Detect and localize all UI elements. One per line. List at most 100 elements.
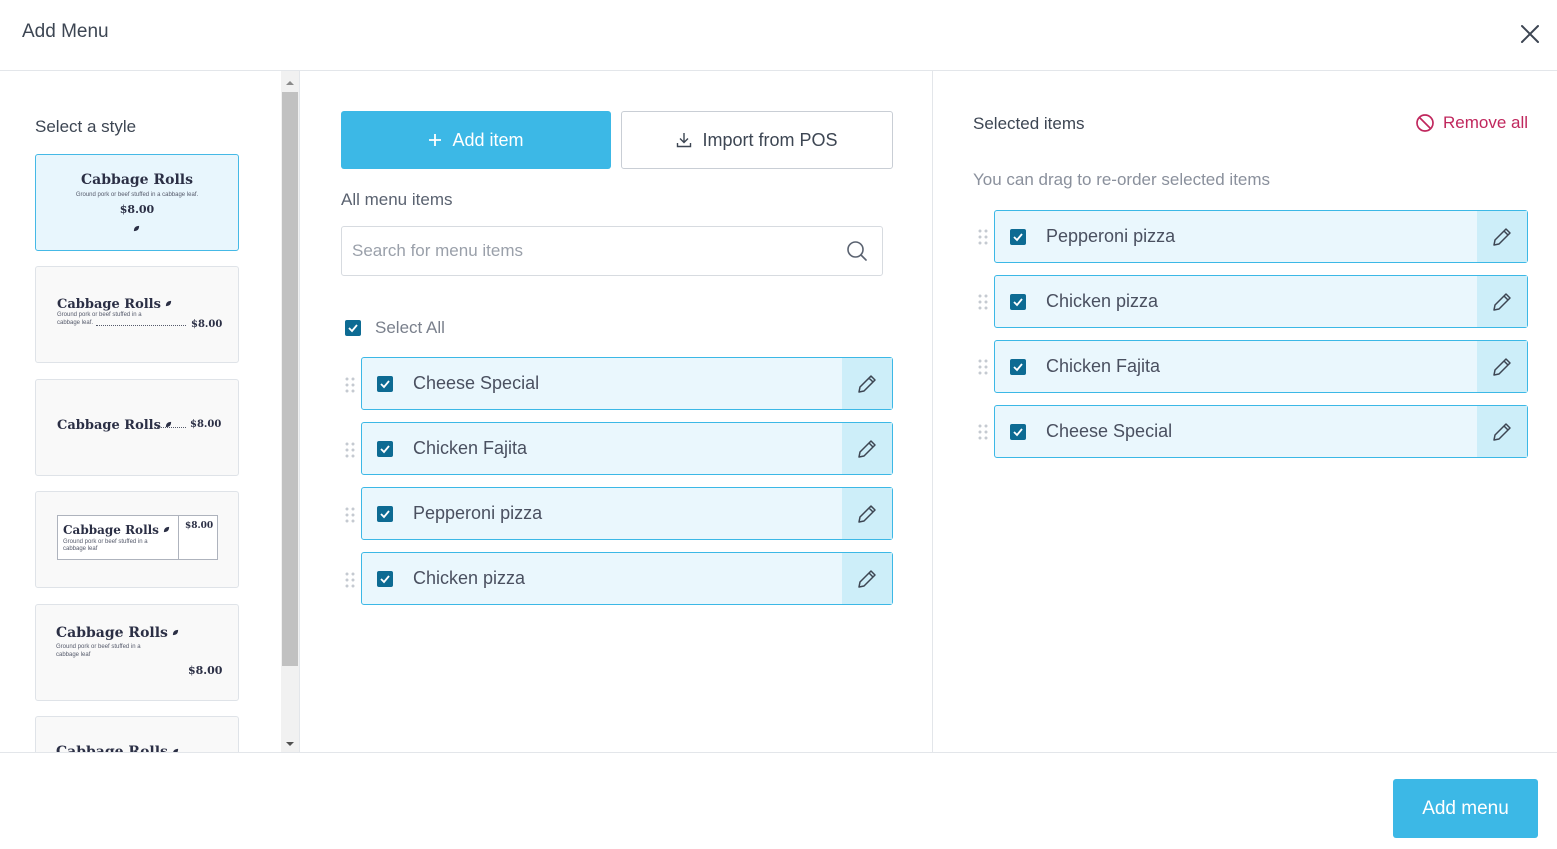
style-card-item-description: Ground pork or beef stuffed in a (56, 644, 141, 650)
menu-item-row[interactable]: Pepperoni pizza (361, 487, 893, 540)
download-icon (677, 133, 692, 148)
selected-item-row[interactable]: Pepperoni pizza (994, 210, 1528, 263)
checkbox-checked-icon[interactable] (377, 441, 393, 457)
leaf-icon (172, 624, 179, 641)
import-from-pos-button[interactable]: Import from POS (621, 111, 893, 169)
edit-button[interactable] (1477, 406, 1527, 457)
style-card-item-description-line2: cabbage leaf. (57, 320, 94, 326)
selected-item-label: Chicken pizza (1046, 291, 1159, 311)
checkbox-checked-icon[interactable] (1010, 229, 1026, 245)
search-box[interactable] (341, 226, 883, 276)
selected-item-row[interactable]: Cheese Special (994, 405, 1528, 458)
search-icon[interactable] (846, 240, 868, 262)
leaf-icon (165, 295, 172, 312)
style-card-item-name: Cabbage Rolls (57, 418, 161, 433)
selected-items-panel: Selected items Remove all You can drag t… (934, 71, 1557, 752)
checkbox-checked-icon[interactable] (345, 320, 361, 336)
style-card-item-description: Ground pork or beef stuffed in a (57, 312, 142, 318)
select-all-label: Select All (375, 318, 445, 337)
style-card-item-price: $8.00 (191, 319, 223, 330)
style-card-item-price: $8.00 (188, 664, 223, 677)
drag-handle-icon[interactable] (978, 294, 988, 310)
edit-button[interactable] (842, 488, 892, 539)
edit-button[interactable] (842, 358, 892, 409)
drag-handle-icon[interactable] (345, 572, 355, 588)
selected-item-row[interactable]: Chicken Fajita (994, 340, 1528, 393)
edit-button[interactable] (1477, 211, 1527, 262)
menu-item-label: Chicken Fajita (413, 438, 528, 458)
checkbox-checked-icon[interactable] (1010, 359, 1026, 375)
menu-item-label: Pepperoni pizza (413, 503, 543, 523)
plus-icon (429, 134, 442, 146)
edit-button[interactable] (1477, 341, 1527, 392)
style-card-item-name-row: Cabbage Rolls (57, 295, 172, 313)
style-card-centered[interactable]: Cabbage Rolls Ground pork or beef stuffe… (35, 154, 239, 251)
menu-item-row[interactable]: Chicken pizza (361, 552, 893, 605)
drag-handle-icon[interactable] (345, 442, 355, 458)
scroll-up-arrow-icon[interactable] (281, 75, 299, 85)
checkbox-checked-icon[interactable] (377, 506, 393, 522)
style-card-inline[interactable]: Cabbage Rolls $8.00 (35, 379, 239, 476)
checkbox-checked-icon[interactable] (1010, 424, 1026, 440)
pencil-icon (858, 505, 876, 523)
style-card-item-name-row: Cabbage Rolls (56, 743, 179, 752)
prohibited-icon (1416, 114, 1434, 132)
close-icon[interactable] (1516, 20, 1544, 48)
pencil-icon (858, 570, 876, 588)
style-card-item-name-row: Cabbage Rolls (63, 521, 170, 539)
style-card-stacked[interactable]: Cabbage Rolls Ground pork or beef stuffe… (35, 604, 239, 701)
style-card-dotted-description[interactable]: Cabbage Rolls Ground pork or beef stuffe… (35, 266, 239, 363)
drag-handle-icon[interactable] (978, 359, 988, 375)
edit-button[interactable] (842, 423, 892, 474)
add-menu-button[interactable]: Add menu (1393, 779, 1538, 838)
dialog-footer: Add menu (0, 752, 1557, 849)
style-card-item-description-line2: cabbage leaf (63, 546, 98, 552)
dialog-header: Add Menu (0, 0, 1557, 71)
checkbox-checked-icon[interactable] (1010, 294, 1026, 310)
dotted-leader (154, 427, 186, 428)
style-card-item-name-row: Cabbage Rolls (57, 416, 172, 434)
add-item-button[interactable]: Add item (341, 111, 611, 169)
search-input[interactable] (352, 227, 832, 275)
add-item-label: Add item (452, 129, 524, 150)
style-card-item-name: Cabbage Rolls (57, 297, 161, 312)
checkbox-checked-icon[interactable] (377, 571, 393, 587)
scroll-down-arrow-icon[interactable] (281, 736, 299, 746)
selected-item-label: Cheese Special (1046, 421, 1173, 441)
menu-item-label: Cheese Special (413, 373, 540, 393)
style-card-box-divider (178, 516, 179, 559)
leaf-icon (133, 220, 140, 238)
style-card-item-price: $8.00 (190, 419, 222, 430)
dotted-leader (96, 325, 186, 326)
pencil-icon (858, 375, 876, 393)
style-panel-scrollbar[interactable] (281, 71, 299, 752)
edit-button[interactable] (1477, 276, 1527, 327)
style-card-partial[interactable]: Cabbage Rolls (35, 716, 239, 752)
style-card-item-price: $8.00 (119, 203, 155, 216)
pencil-icon (1493, 358, 1511, 376)
drag-handle-icon[interactable] (978, 424, 988, 440)
drag-handle-icon[interactable] (345, 507, 355, 523)
drag-handle-icon[interactable] (345, 377, 355, 393)
pencil-icon (858, 440, 876, 458)
style-panel-title: Select a style (35, 117, 137, 136)
menu-item-row[interactable]: Cheese Special (361, 357, 893, 410)
selected-item-row[interactable]: Chicken pizza (994, 275, 1528, 328)
select-all-checkbox[interactable]: Select All (345, 318, 445, 338)
edit-button[interactable] (842, 553, 892, 604)
scrollbar-thumb[interactable] (282, 92, 298, 666)
remove-all-label: Remove all (1443, 113, 1529, 132)
checkbox-checked-icon[interactable] (377, 376, 393, 392)
selected-items-heading: Selected items (973, 114, 1085, 133)
style-card-item-name: Cabbage Rolls (63, 523, 159, 537)
style-card-item-name: Cabbage Rolls (56, 625, 168, 641)
leaf-icon (172, 743, 179, 752)
drag-handle-icon[interactable] (978, 229, 988, 245)
style-card-boxed[interactable]: Cabbage Rolls Ground pork or beef stuffe… (35, 491, 239, 588)
pencil-icon (1493, 423, 1511, 441)
add-menu-label: Add menu (1422, 797, 1509, 819)
import-label: Import from POS (702, 129, 838, 150)
style-card-item-price: $8.00 (185, 521, 214, 531)
remove-all-button[interactable]: Remove all (1415, 113, 1528, 133)
menu-item-row[interactable]: Chicken Fajita (361, 422, 893, 475)
